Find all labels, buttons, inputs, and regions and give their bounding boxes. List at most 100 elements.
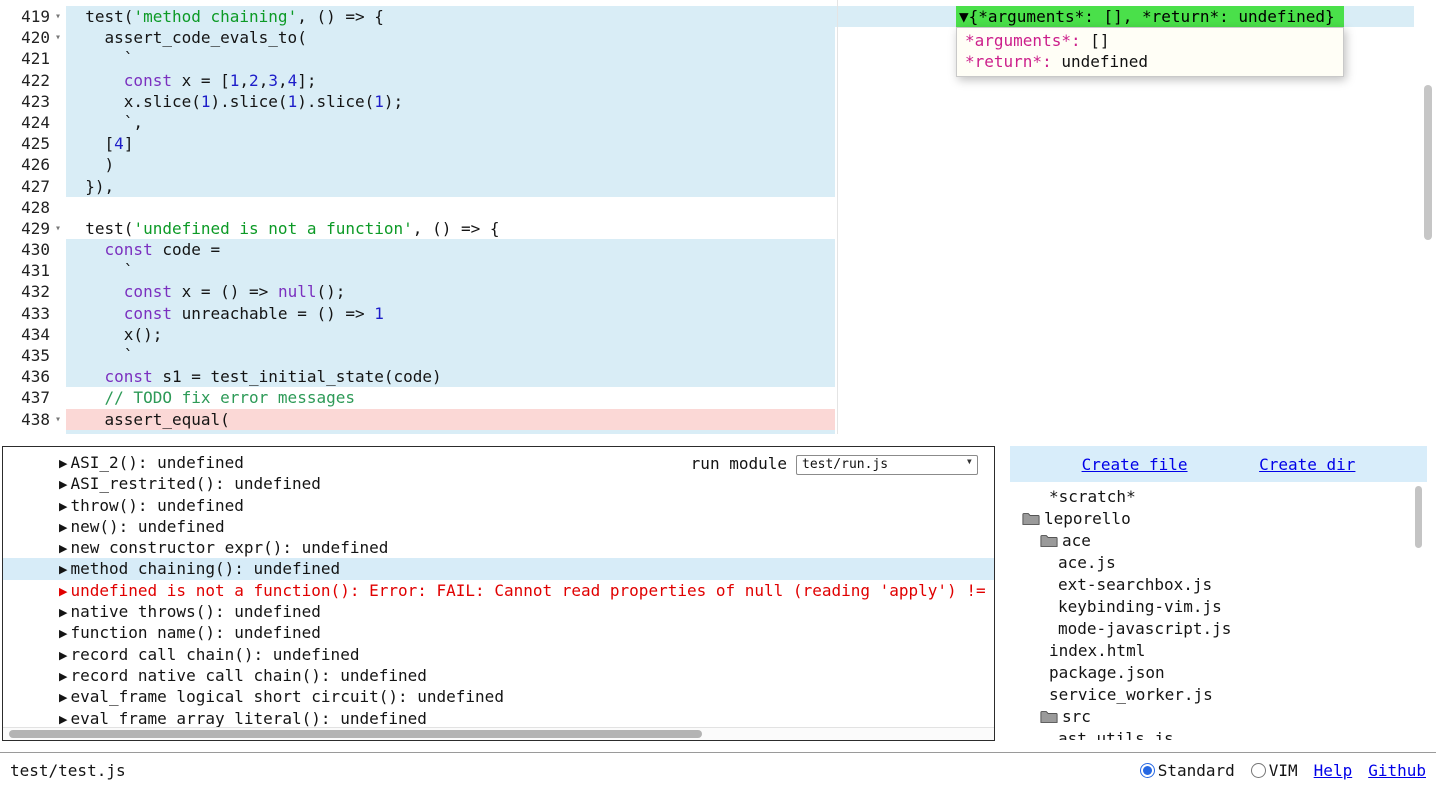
code-line[interactable]: 434 x();	[0, 324, 1436, 345]
code-text: x();	[66, 325, 162, 344]
line-content	[66, 430, 1436, 434]
run-module-select[interactable]: test/run.js	[796, 455, 978, 475]
file-tree-item[interactable]: ace	[1010, 530, 1427, 552]
file-tree-item[interactable]: package.json	[1010, 662, 1427, 684]
console-item[interactable]: ▶ASI_restrited(): undefined	[3, 473, 994, 494]
code-text: assert_code_evals_to(	[66, 28, 307, 47]
fold-spacer	[50, 91, 66, 112]
expand-arrow-icon[interactable]: ▶	[59, 670, 67, 683]
line-number: 431	[0, 260, 50, 281]
console-item-text: new constructor expr(): undefined	[70, 538, 388, 557]
code-text: const code =	[66, 240, 220, 259]
gutter: 433	[0, 303, 66, 324]
standard-radio[interactable]	[1140, 763, 1155, 778]
expand-arrow-icon[interactable]: ▶	[59, 649, 67, 662]
vim-radio[interactable]	[1251, 763, 1266, 778]
code-line[interactable]: 429▾ test('undefined is not a function',…	[0, 218, 1436, 239]
code-line[interactable]: 428	[0, 197, 1436, 218]
code-line[interactable]: 430 const code =	[0, 239, 1436, 260]
expand-arrow-icon[interactable]: ▶	[59, 627, 67, 640]
console-item[interactable]: ▶undefined is not a function(): Error: F…	[3, 580, 994, 601]
file-name: index.html	[1049, 640, 1145, 662]
line-number: 432	[0, 281, 50, 302]
file-tree-item[interactable]: ext-searchbox.js	[1010, 574, 1427, 596]
keybinding-standard-option[interactable]: Standard	[1140, 761, 1235, 780]
expand-arrow-icon[interactable]: ▶	[59, 713, 67, 726]
expand-arrow-icon[interactable]: ▶	[59, 585, 67, 598]
console-item[interactable]: ▶function name(): undefined	[3, 622, 994, 643]
code-line[interactable]: 424 `,	[0, 112, 1436, 133]
console-item[interactable]: ▶record call chain(): undefined	[3, 644, 994, 665]
fold-arrow-icon[interactable]: ▾	[50, 27, 66, 48]
create-dir-link[interactable]: Create dir	[1259, 455, 1355, 474]
code-line[interactable]: 425 [4]	[0, 133, 1436, 154]
file-tree-item[interactable]: *scratch*	[1010, 486, 1427, 508]
console-item[interactable]: ▶throw(): undefined	[3, 495, 994, 516]
code-line[interactable]: 436 const s1 = test_initial_state(code)	[0, 366, 1436, 387]
console-item-text: method chaining(): undefined	[70, 559, 340, 578]
fold-arrow-icon[interactable]: ▾	[50, 6, 66, 27]
file-tree-item[interactable]: service_worker.js	[1010, 684, 1427, 706]
github-link[interactable]: Github	[1368, 761, 1426, 780]
code-line[interactable]: 433 const unreachable = () => 1	[0, 303, 1436, 324]
code-line[interactable]: 432 const x = () => null();	[0, 281, 1436, 302]
file-tree-item[interactable]: src	[1010, 706, 1427, 728]
fold-spacer	[50, 154, 66, 175]
keybinding-vim-option[interactable]: VIM	[1251, 761, 1298, 780]
expand-arrow-icon[interactable]: ▶	[59, 542, 67, 555]
fold-spacer	[50, 324, 66, 345]
file-tree-item[interactable]: ace.js	[1010, 552, 1427, 574]
fold-arrow-icon[interactable]: ▾	[50, 218, 66, 239]
eval-summary[interactable]: ▼{*arguments*: [], *return*: undefined}	[956, 6, 1344, 27]
console-item[interactable]: ▶native throws(): undefined	[3, 601, 994, 622]
help-link[interactable]: Help	[1314, 761, 1353, 780]
line-content: x.slice(1).slice(1).slice(1);	[66, 91, 1436, 112]
file-tree-item[interactable]: mode-javascript.js	[1010, 618, 1427, 640]
expand-arrow-icon[interactable]: ▶	[59, 606, 67, 619]
file-tree-item[interactable]: keybinding-vim.js	[1010, 596, 1427, 618]
code-line[interactable]: 437 // TODO fix error messages	[0, 387, 1436, 408]
code-text: [4]	[66, 134, 133, 153]
code-line[interactable]: 423 x.slice(1).slice(1).slice(1);	[0, 91, 1436, 112]
editor-scrollbar[interactable]	[1424, 85, 1432, 240]
code-line[interactable]: 438▾ assert_equal(	[0, 409, 1436, 430]
expand-arrow-icon[interactable]: ▶	[59, 521, 67, 534]
line-content: `	[66, 260, 1436, 281]
create-file-link[interactable]: Create file	[1082, 455, 1188, 474]
console-item[interactable]: ▶method chaining(): undefined	[3, 558, 994, 579]
console-item[interactable]: ▶record native call chain(): undefined	[3, 665, 994, 686]
code-line[interactable]: 431 `	[0, 260, 1436, 281]
file-tree-item[interactable]: ast_utils.js	[1010, 728, 1427, 740]
line-content: test('undefined is not a function', () =…	[66, 218, 1436, 239]
expand-arrow-icon[interactable]: ▶	[59, 563, 67, 576]
expand-arrow-icon[interactable]: ▶	[59, 478, 67, 491]
file-tree-item[interactable]: leporello	[1010, 508, 1427, 530]
fold-arrow-icon[interactable]: ▾	[50, 409, 66, 430]
gutter: 428	[0, 197, 66, 218]
expand-arrow-icon[interactable]: ▶	[59, 500, 67, 513]
console-item[interactable]: ▶eval_frame logical short circuit(): und…	[3, 686, 994, 707]
fold-spacer	[50, 239, 66, 260]
file-tree-item[interactable]: index.html	[1010, 640, 1427, 662]
console-item-text: record call chain(): undefined	[70, 645, 359, 664]
file-tree-scrollbar[interactable]	[1415, 486, 1422, 548]
line-content: const code =	[66, 239, 1436, 260]
code-line[interactable]: 439	[0, 430, 1436, 434]
line-number: 422	[0, 70, 50, 91]
console-item[interactable]: ▶eval_frame array_literal(): undefined	[3, 708, 994, 729]
standard-radio-label: Standard	[1158, 761, 1235, 780]
gutter: 434	[0, 324, 66, 345]
code-text: )	[66, 155, 114, 174]
expand-arrow-icon[interactable]: ▶	[59, 457, 67, 470]
folder-icon	[1040, 534, 1058, 548]
console-item-text: eval_frame array_literal(): undefined	[70, 709, 426, 728]
code-line[interactable]: 435 `	[0, 345, 1436, 366]
expand-arrow-icon[interactable]: ▶	[59, 691, 67, 704]
console-hscrollbar[interactable]	[3, 727, 994, 740]
console-item[interactable]: ▶new constructor expr(): undefined	[3, 537, 994, 558]
code-line[interactable]: 427 }),	[0, 176, 1436, 197]
code-line[interactable]: 426 )	[0, 154, 1436, 175]
fold-spacer	[50, 430, 66, 434]
console-hscrollbar-thumb[interactable]	[9, 730, 702, 738]
console-item[interactable]: ▶new(): undefined	[3, 516, 994, 537]
